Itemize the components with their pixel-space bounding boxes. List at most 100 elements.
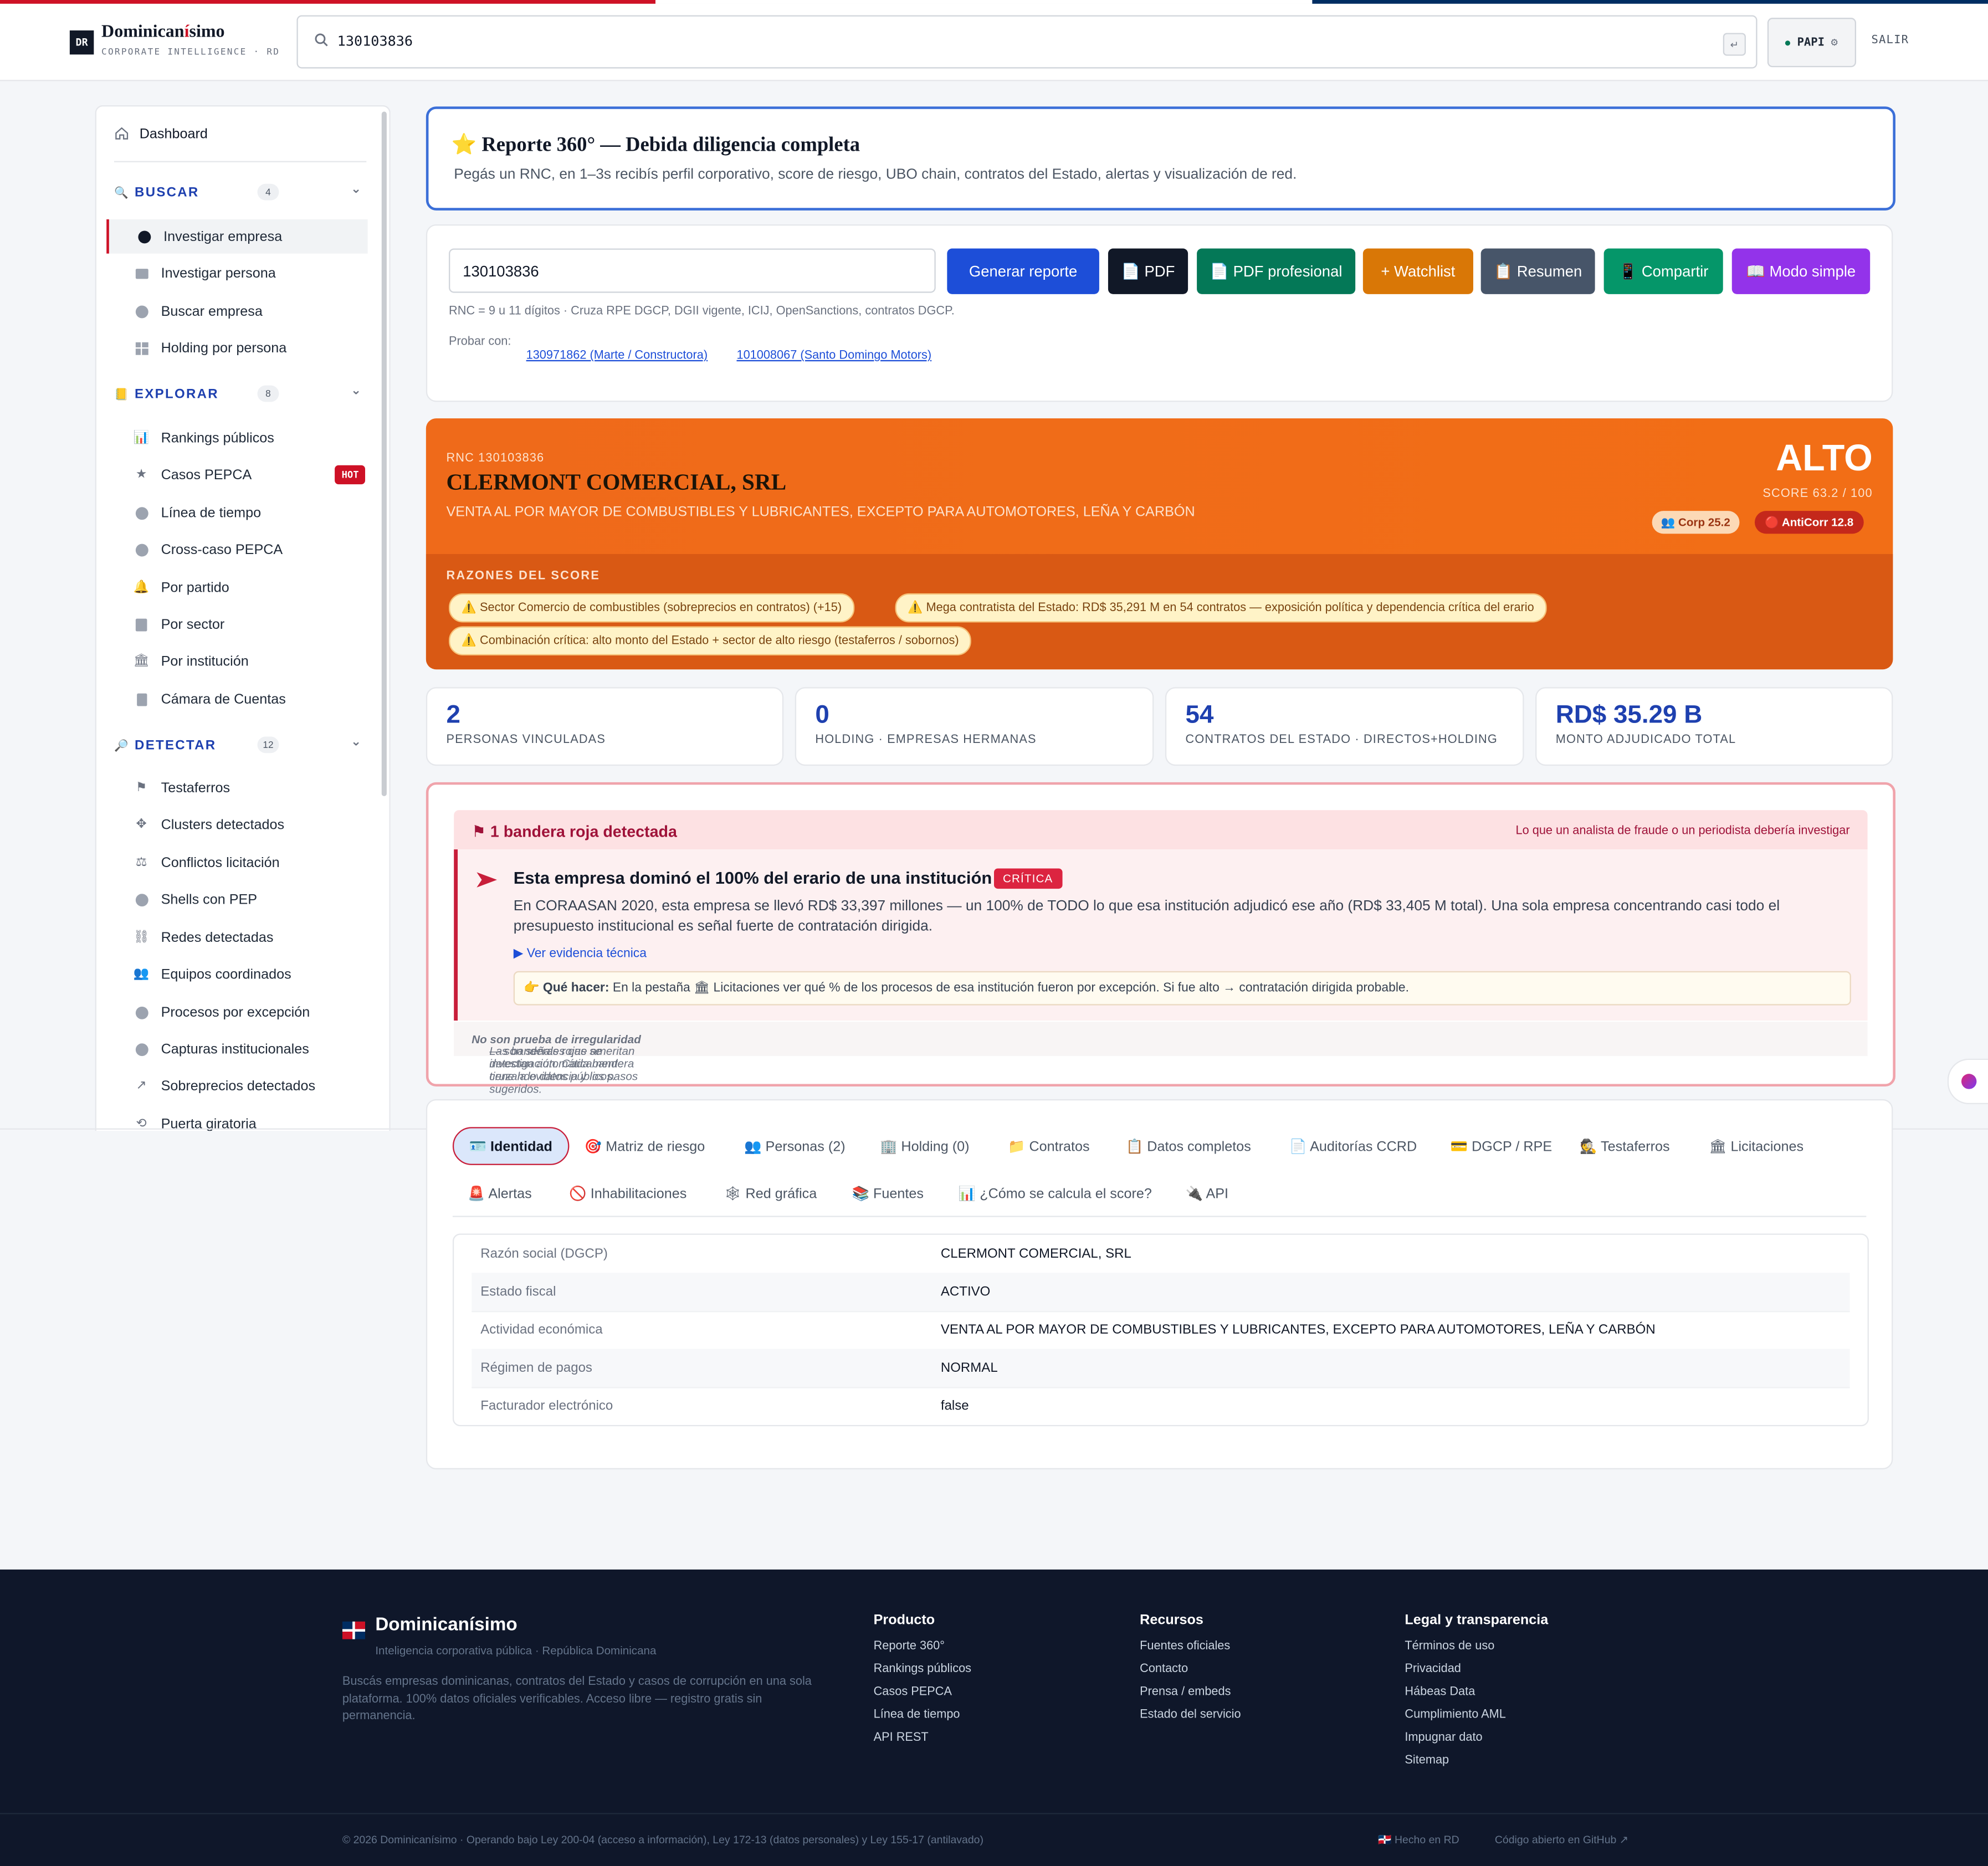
resumen-button[interactable]: 📋 Resumen	[1480, 248, 1595, 294]
sidebar-item-cross-caso[interactable]: Cross-caso PEPCA	[106, 532, 365, 567]
footer-column-producto: Producto Reporte 360° Rankings públicos …	[874, 1613, 971, 1750]
sidebar: Dashboard 🔍 BUSCAR 4 ⌄ Investigar empres…	[95, 105, 391, 1131]
tab-red-grafica[interactable]: 🕸 Red gráfica	[724, 1180, 817, 1206]
sidebar-item-por-partido[interactable]: 🔔 Por partido	[106, 571, 365, 605]
sidebar-item-capturas[interactable]: Capturas institucionales	[106, 1032, 365, 1067]
tab-como-score[interactable]: 📊 ¿Cómo se calcula el score?	[959, 1180, 1152, 1206]
pdf-button[interactable]: 📄 PDF	[1108, 248, 1188, 294]
assistant-launcher-button[interactable]	[1947, 1058, 1988, 1105]
logout-link[interactable]: SALIR	[1871, 34, 1909, 47]
evidence-toggle[interactable]: ▶ Ver evidencia técnica	[514, 947, 647, 961]
home-icon	[114, 125, 129, 143]
tab-alertas[interactable]: 🚨 Alertas	[468, 1180, 531, 1206]
stat-label: PERSONAS VINCULADAS	[446, 732, 606, 747]
footer-link[interactable]: Estado del servicio	[1140, 1704, 1241, 1726]
bar-chart-icon: 📊	[133, 431, 150, 445]
footer-link[interactable]: Privacidad	[1405, 1658, 1548, 1681]
logo-badge[interactable]: DR	[69, 30, 94, 55]
sector-icon	[135, 617, 148, 631]
rnc-input[interactable]: 130103836	[449, 248, 936, 293]
stat-card-contratos: 54 CONTRATOS DEL ESTADO · DIRECTOS+HOLDI…	[1165, 687, 1524, 766]
sidebar-item-camara-de-cuentas[interactable]: Cámara de Cuentas	[106, 682, 365, 716]
pdf-profesional-button[interactable]: 📄 PDF profesional	[1197, 248, 1356, 294]
watchlist-button[interactable]: + Watchlist	[1362, 248, 1473, 294]
people-icon: 👥	[133, 967, 150, 982]
footer-link[interactable]: Rankings públicos	[874, 1658, 971, 1681]
red-flag-title: Esta empresa dominó el 100% del erario d…	[513, 868, 992, 888]
sidebar-item-sobreprecios[interactable]: ↗ Sobreprecios detectados	[106, 1069, 365, 1103]
tab-licitaciones[interactable]: 🏛 Licitaciones	[1709, 1134, 1803, 1159]
sidebar-item-rankings[interactable]: 📊 Rankings públicos	[106, 421, 365, 455]
sidebar-item-redes[interactable]: ⛓ Redes detectadas	[106, 920, 365, 955]
footer: Dominicanísimo Inteligencia corporativa …	[0, 1569, 1988, 1866]
tab-dgcp-rpe[interactable]: 💳 DGCP / RPE	[1451, 1134, 1552, 1159]
tab-fuentes[interactable]: 📚 Fuentes	[852, 1180, 924, 1206]
sidebar-section-buscar[interactable]: 🔍 BUSCAR 4 ⌄	[114, 183, 361, 203]
github-link[interactable]: Código abierto en GitHub ↗	[1495, 1833, 1628, 1847]
sidebar-item-clusters[interactable]: ✥ Clusters detectados	[106, 808, 365, 842]
sidebar-item-procesos-excepcion[interactable]: Procesos por excepción	[106, 995, 365, 1029]
sidebar-item-conflictos[interactable]: ⚖ Conflictos licitación	[106, 845, 365, 880]
sidebar-item-casos-pepca[interactable]: ★ Casos PEPCA HOT	[106, 458, 366, 492]
sidebar-item-investigar-persona[interactable]: Investigar persona	[106, 256, 365, 290]
compartir-button[interactable]: 📱 Compartir	[1603, 248, 1723, 294]
sidebar-item-equipos[interactable]: 👥 Equipos coordinados	[106, 957, 365, 992]
user-menu-button[interactable]: PAPI ⚙	[1767, 18, 1857, 68]
tab-matriz-riesgo[interactable]: 🎯 Matriz de riesgo	[585, 1134, 705, 1159]
footer-link[interactable]: Sitemap	[1405, 1750, 1548, 1772]
example-rnc-link[interactable]: 130971862 (Marte / Constructora)	[526, 348, 708, 362]
modo-simple-button[interactable]: 📖 Modo simple	[1731, 248, 1871, 294]
sidebar-item-testaferros[interactable]: ⚑ Testaferros	[106, 771, 365, 805]
sidebar-item-investigar-empresa[interactable]: Investigar empresa	[106, 219, 368, 254]
sidebar-item-por-institucion[interactable]: 🏛 Por institución	[106, 644, 365, 678]
footer-link[interactable]: Hábeas Data	[1405, 1681, 1548, 1704]
brand-name[interactable]: Dominicanísimo	[101, 23, 224, 43]
footer-link[interactable]: Fuentes oficiales	[1140, 1636, 1241, 1658]
sidebar-item-shells-pep[interactable]: Shells con PEP	[106, 883, 365, 917]
footer-link[interactable]: Prensa / embeds	[1140, 1681, 1241, 1704]
reason-chip: ⚠️ Sector Comercio de combustibles (sobr…	[449, 593, 854, 623]
sidebar-item-dashboard[interactable]: Dashboard	[114, 124, 208, 145]
sidebar-item-linea-de-tiempo[interactable]: Línea de tiempo	[106, 496, 365, 530]
tab-auditorias[interactable]: 📄 Auditorías CCRD	[1289, 1134, 1417, 1159]
footer-link[interactable]: Términos de uso	[1405, 1636, 1548, 1658]
link-icon	[135, 542, 148, 556]
footer-link[interactable]: Reporte 360°	[874, 1636, 971, 1658]
generate-report-button[interactable]: Generar reporte	[947, 248, 1099, 294]
sidebar-item-holding-por-persona[interactable]: Holding por persona	[106, 331, 365, 365]
tab-api[interactable]: 🔌 API	[1186, 1180, 1229, 1206]
tab-contratos[interactable]: 📁 Contratos	[1008, 1134, 1089, 1159]
brain-icon	[1961, 1074, 1977, 1089]
sidebar-scrollbar[interactable]	[381, 111, 387, 797]
global-search-input[interactable]: 130103836 ↵	[296, 15, 1758, 69]
star-icon: ★	[135, 468, 147, 482]
risk-level: ALTO	[1776, 438, 1873, 479]
red-flags-card: ⚑ 1 bandera roja detectada Lo que un ana…	[426, 782, 1895, 1095]
enter-key-icon[interactable]: ↵	[1723, 33, 1746, 56]
footer-link[interactable]: Línea de tiempo	[874, 1704, 971, 1726]
footer-link[interactable]: Impugnar dato	[1405, 1727, 1548, 1750]
section-count: 4	[257, 183, 279, 201]
footer-link[interactable]: Contacto	[1140, 1658, 1241, 1681]
capture-icon	[135, 1042, 148, 1056]
tab-inhabilitaciones[interactable]: 🚫 Inhabilitaciones	[569, 1180, 686, 1206]
tab-datos-completos[interactable]: 📋 Datos completos	[1126, 1134, 1251, 1159]
sidebar-section-explorar[interactable]: 📒 EXPLORAR 8 ⌄	[114, 384, 361, 404]
footer-brand[interactable]: Dominicanísimo	[375, 1615, 517, 1636]
page-description: Pegás un RNC, en 1–3s recibís perfil cor…	[454, 167, 1297, 183]
tab-holding[interactable]: 🏢 Holding (0)	[880, 1134, 969, 1159]
footer-link[interactable]: Cumplimiento AML	[1405, 1704, 1548, 1726]
sidebar-item-por-sector[interactable]: Por sector	[106, 607, 365, 642]
tab-personas[interactable]: 👥 Personas (2)	[744, 1134, 845, 1159]
shell-icon	[135, 893, 148, 906]
sidebar-item-puerta-giratoria[interactable]: ⟲ Puerta giratoria	[106, 1107, 365, 1131]
tab-identidad[interactable]: 🪪 Identidad	[452, 1127, 569, 1165]
sidebar-item-buscar-empresa[interactable]: Buscar empresa	[106, 294, 365, 329]
footer-link[interactable]: Casos PEPCA	[874, 1681, 971, 1704]
tab-testaferros[interactable]: 🕵 Testaferros	[1580, 1134, 1669, 1159]
institution-icon: 🏛	[133, 654, 150, 668]
table-row: Estado fiscal ACTIVO	[472, 1273, 1850, 1313]
example-rnc-link[interactable]: 101008067 (Santo Domingo Motors)	[736, 348, 931, 362]
footer-link[interactable]: API REST	[874, 1727, 971, 1750]
sidebar-section-detectar[interactable]: 🔎 DETECTAR 12 ⌄	[114, 735, 361, 756]
